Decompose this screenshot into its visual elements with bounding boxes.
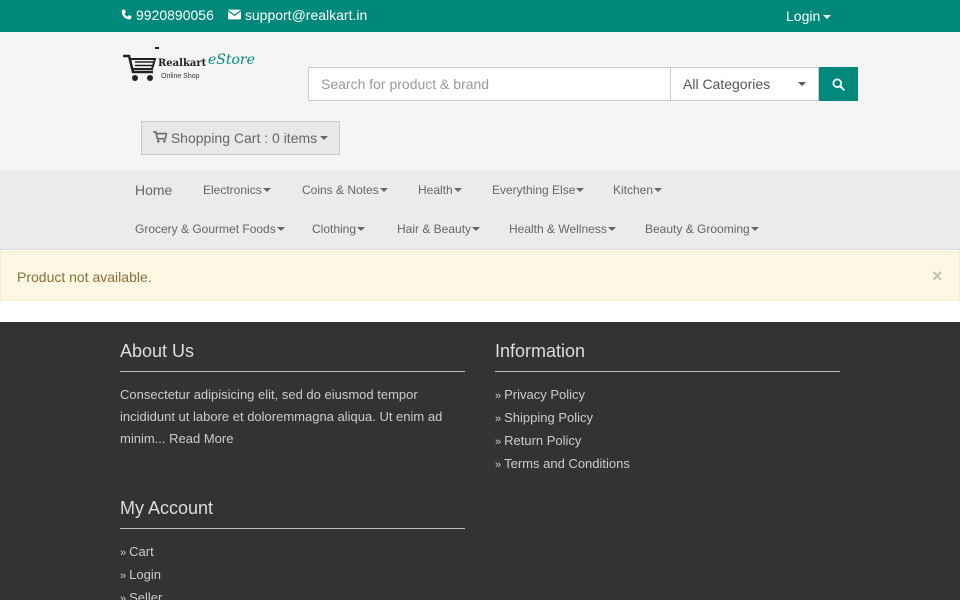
link-label: Privacy Policy xyxy=(504,387,586,402)
chevron-down-icon xyxy=(379,188,388,192)
search-button[interactable] xyxy=(819,67,858,101)
chevron-down-icon xyxy=(607,227,616,231)
chevron-down-icon xyxy=(750,227,759,231)
nav-item-label: Grocery & Gourmet Foods xyxy=(135,222,276,236)
footer-link-terms[interactable]: » Terms and Conditions xyxy=(495,453,840,476)
nav-item-label: Health xyxy=(418,183,453,197)
email-contact[interactable]: support@realkart.in xyxy=(227,7,368,23)
login-dropdown[interactable]: Login xyxy=(786,8,832,24)
double-chevron-right-icon: » xyxy=(495,390,502,402)
footer-about-title: About Us xyxy=(120,341,465,372)
envelope-icon xyxy=(227,7,242,23)
footer-about: About Us Consectetur adipisicing elit, s… xyxy=(120,341,465,450)
nav-item-label: Health & Wellness xyxy=(509,222,607,236)
nav-item-electronics[interactable]: Electronics xyxy=(203,183,271,197)
footer-about-text: Consectetur adipisicing elit, sed do eiu… xyxy=(120,384,465,450)
chevron-down-icon xyxy=(320,136,329,140)
nav-item-label: Everything Else xyxy=(492,183,576,197)
contact-info: 9920890056 support@realkart.in xyxy=(121,7,381,23)
email-address: support@realkart.in xyxy=(244,7,368,23)
footer-information: Information » Privacy Policy » Shipping Po… xyxy=(495,341,840,476)
read-more-link[interactable]: Read More xyxy=(169,431,233,446)
shopping-cart-button[interactable]: Shopping Cart : 0 items xyxy=(141,121,340,155)
top-bar: 9920890056 support@realkart.in Login xyxy=(0,0,960,32)
category-select-value: All Categories xyxy=(683,76,771,92)
footer-link-login[interactable]: » Login xyxy=(120,564,465,587)
nav-item-coins-notes[interactable]: Coins & Notes xyxy=(302,183,388,197)
chevron-down-icon xyxy=(798,82,806,86)
nav-item-health[interactable]: Health xyxy=(418,183,462,197)
cart-label: Shopping Cart : 0 items xyxy=(170,130,318,146)
nav-item-health-wellness[interactable]: Health & Wellness xyxy=(509,222,616,236)
nav-item-home[interactable]: Home xyxy=(135,182,172,198)
cart-icon xyxy=(152,130,168,146)
nav-item-label: Kitchen xyxy=(613,183,654,197)
nav-item-everything-else[interactable]: Everything Else xyxy=(492,183,585,197)
warning-alert: Product not available. × xyxy=(0,251,960,301)
search-bar: All Categories xyxy=(308,67,858,101)
logo-brand-text: Realkart xyxy=(158,58,207,69)
logo-subtitle: Online Shop xyxy=(161,73,200,80)
footer: About Us Consectetur adipisicing elit, s… xyxy=(0,322,960,600)
shopping-cart-logo-icon xyxy=(123,47,159,81)
category-nav: Home Electronics Coins & Notes Health Ev… xyxy=(0,171,960,250)
chevron-down-icon xyxy=(472,227,481,231)
alert-message: Product not available. xyxy=(17,269,152,285)
nav-item-label: Coins & Notes xyxy=(302,183,379,197)
double-chevron-right-icon: » xyxy=(495,436,502,448)
footer-my-account: My Account » Cart » Login » Seller xyxy=(120,498,465,600)
close-icon[interactable]: × xyxy=(932,266,943,287)
chevron-down-icon xyxy=(823,15,832,20)
footer-link-seller[interactable]: » Seller xyxy=(120,587,465,600)
footer-link-return-policy[interactable]: » Return Policy xyxy=(495,430,840,453)
phone-icon xyxy=(121,7,132,23)
chevron-down-icon xyxy=(654,188,663,192)
nav-item-hair-beauty[interactable]: Hair & Beauty xyxy=(397,222,481,236)
footer-information-title: Information xyxy=(495,341,840,372)
link-label: Terms and Conditions xyxy=(504,456,630,471)
login-label: Login xyxy=(786,8,821,24)
nav-item-label: Beauty & Grooming xyxy=(645,222,750,236)
chevron-down-icon xyxy=(357,227,366,231)
phone-number: 9920890056 xyxy=(136,7,214,23)
nav-item-label: Clothing xyxy=(312,222,357,236)
link-label: Cart xyxy=(129,544,154,559)
double-chevron-right-icon: » xyxy=(120,547,127,559)
search-input[interactable] xyxy=(308,67,670,101)
chevron-down-icon xyxy=(576,188,585,192)
logo-estore-text: eStore xyxy=(208,52,255,68)
chevron-down-icon xyxy=(262,188,271,192)
search-icon xyxy=(832,77,845,91)
nav-item-grocery[interactable]: Grocery & Gourmet Foods xyxy=(135,222,285,236)
phone-contact[interactable]: 9920890056 xyxy=(121,7,214,23)
category-select[interactable]: All Categories xyxy=(670,67,819,101)
nav-item-label: Electronics xyxy=(203,183,262,197)
link-label: Shipping Policy xyxy=(504,410,594,425)
double-chevron-right-icon: » xyxy=(120,593,127,600)
footer-account-title: My Account xyxy=(120,498,465,529)
chevron-down-icon xyxy=(453,188,462,192)
footer-link-shipping-policy[interactable]: » Shipping Policy xyxy=(495,407,840,430)
footer-link-cart[interactable]: » Cart xyxy=(120,541,465,564)
link-label: Return Policy xyxy=(504,433,582,448)
double-chevron-right-icon: » xyxy=(495,413,502,425)
link-label: Login xyxy=(129,567,161,582)
chevron-down-icon xyxy=(276,227,285,231)
nav-item-beauty-grooming[interactable]: Beauty & Grooming xyxy=(645,222,759,236)
link-label: Seller xyxy=(129,590,163,600)
nav-item-kitchen[interactable]: Kitchen xyxy=(613,183,663,197)
footer-link-privacy-policy[interactable]: » Privacy Policy xyxy=(495,384,840,407)
site-logo[interactable]: Realkart Online Shop eStore xyxy=(121,46,255,88)
double-chevron-right-icon: » xyxy=(120,570,127,582)
nav-item-label: Hair & Beauty xyxy=(397,222,472,236)
nav-item-label: Home xyxy=(135,182,173,198)
double-chevron-right-icon: » xyxy=(495,459,502,471)
nav-item-clothing[interactable]: Clothing xyxy=(312,222,366,236)
